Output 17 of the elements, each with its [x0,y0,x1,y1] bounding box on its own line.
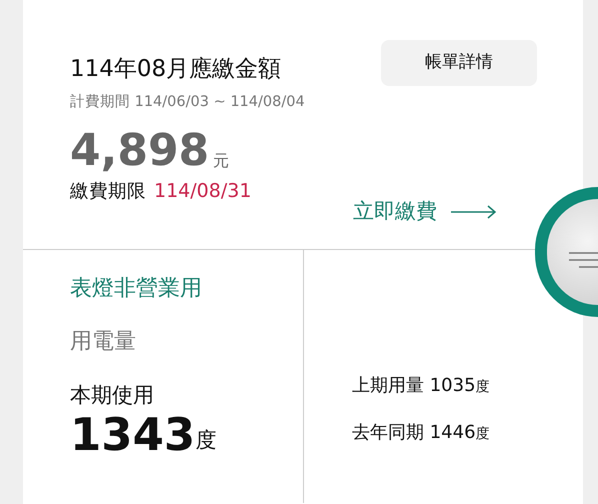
billing-period: 計費期間 114/06/03 ~ 114/08/04 [70,92,306,112]
pay-now-link[interactable]: 立即繳費 [353,196,497,228]
amount-due: 4,898 [70,129,210,174]
rate-type: 表燈非營業用 [70,275,203,303]
usage-unit: 度 [195,427,216,454]
deadline-label: 繳費期限 [70,180,146,204]
comparison-usage: 去年同期 1446度 [352,421,491,445]
bill-details-button[interactable]: 帳單詳情 [381,40,537,86]
current-usage-value: 1343 [70,412,196,456]
arrow-icon [451,204,497,219]
menu-icon [569,252,598,268]
comparison-usage: 上期用量 1035度 [352,374,491,398]
current-usage-label: 本期使用 [70,382,155,409]
deadline-date: 114/08/31 [154,179,252,204]
bill-title: 114年08月應繳金額 [70,56,282,84]
usage-heading: 用電量 [70,328,137,356]
currency-unit: 元 [213,150,230,172]
